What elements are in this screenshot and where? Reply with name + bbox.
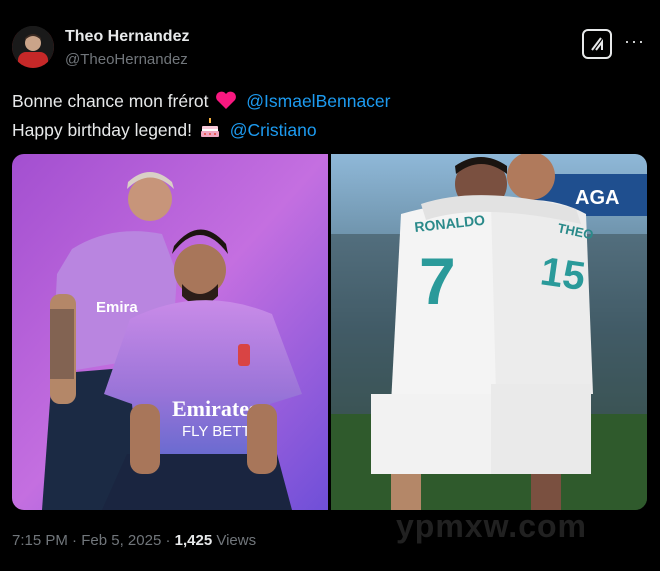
back-jersey-text: Emira (96, 299, 138, 316)
heart-emoji (215, 90, 237, 115)
meta-separator-2: · (165, 532, 171, 549)
milan-photo: Emira Emirates FLY BETTER (12, 154, 328, 510)
watermark: ypmxw.com (396, 508, 587, 544)
grok-icon (591, 37, 603, 51)
grok-button[interactable] (582, 29, 612, 59)
tweet-time[interactable]: 7:15 PM (12, 532, 68, 549)
jersey-number-2: 15 (538, 249, 588, 299)
tweet-date[interactable]: Feb 5, 2025 (81, 532, 161, 549)
photo-right[interactable]: AGA RONALDO 7 THEO 15 (331, 154, 647, 510)
photo-left[interactable]: Emira Emirates FLY BETTER (12, 154, 328, 510)
tweet-line-2: Happy birthday legend! @Cristiano (12, 117, 317, 144)
cake-emoji (199, 117, 221, 144)
tweet-line-1: Bonne chance mon frérot @IsmaelBennacer (12, 90, 391, 115)
more-icon[interactable]: ··· (624, 31, 645, 52)
mention-cristiano[interactable]: @Cristiano (230, 120, 317, 140)
avatar[interactable] (12, 26, 54, 68)
meta-separator-1: · (72, 532, 78, 549)
madrid-photo: AGA RONALDO 7 THEO 15 (331, 154, 647, 510)
mention-ismael[interactable]: @IsmaelBennacer (246, 91, 390, 111)
sponsor-line-1: Emirates (172, 396, 258, 421)
tweet-text-2: Happy birthday legend! (12, 120, 192, 140)
stadium-banner: AGA (575, 187, 619, 209)
author-handle[interactable]: @TheoHernandez (65, 51, 188, 68)
views-label: Views (216, 532, 257, 549)
avatar-image (12, 26, 54, 68)
views-count: 1,425 (174, 532, 213, 549)
tweet-meta: 7:15 PM · Feb 5, 2025 · 1,425 Views (12, 532, 256, 549)
author-name[interactable]: Theo Hernandez (65, 28, 189, 46)
tweet-text-1: Bonne chance mon frérot (12, 91, 209, 111)
jersey-number-1: 7 (419, 244, 456, 318)
